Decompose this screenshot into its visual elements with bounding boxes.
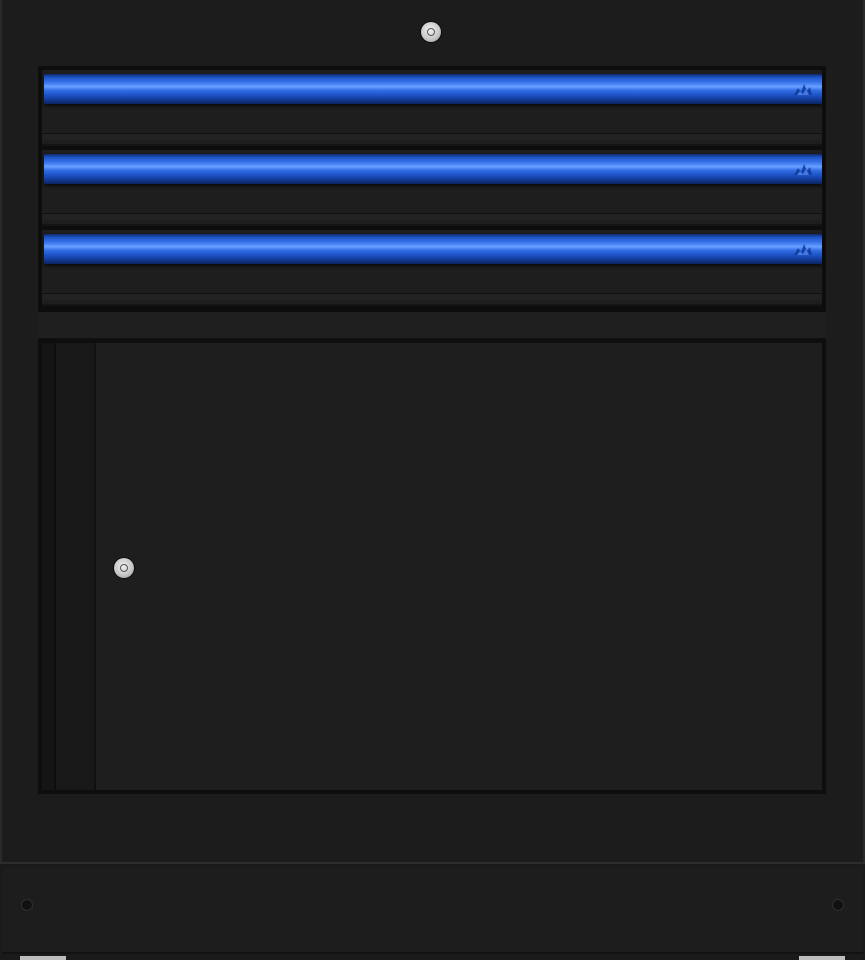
drawer-lip — [42, 213, 822, 220]
foot — [799, 956, 845, 960]
tool-cabinet — [0, 0, 865, 960]
drawer-lip — [42, 293, 822, 300]
cabinet-door[interactable] — [96, 343, 822, 790]
drawer-handle[interactable] — [44, 74, 822, 104]
flame-logo-icon — [794, 244, 812, 255]
drawer-bay — [38, 66, 826, 312]
divider-rail — [38, 312, 826, 339]
drawer-2[interactable] — [42, 150, 822, 226]
keyhole-icon — [120, 564, 128, 572]
foot — [20, 956, 66, 960]
keyhole-icon — [427, 28, 435, 36]
drawer-1[interactable] — [42, 70, 822, 146]
top-lock-icon[interactable] — [421, 22, 441, 42]
door-hinge-strip — [42, 343, 54, 790]
drawer-handle[interactable] — [44, 154, 822, 184]
cabinet-body — [0, 0, 865, 862]
bolt-icon — [22, 900, 32, 910]
drawer-handle[interactable] — [44, 234, 822, 264]
bolt-icon — [833, 900, 843, 910]
plinth-panel — [2, 868, 863, 954]
plinth — [0, 862, 865, 960]
door-side-panel — [56, 343, 96, 790]
flame-logo-icon — [794, 164, 812, 175]
door-frame — [38, 339, 826, 794]
lock-icon[interactable] — [114, 558, 134, 578]
drawer-lip — [42, 133, 822, 140]
drawer-3[interactable] — [42, 230, 822, 306]
flame-logo-icon — [794, 84, 812, 95]
